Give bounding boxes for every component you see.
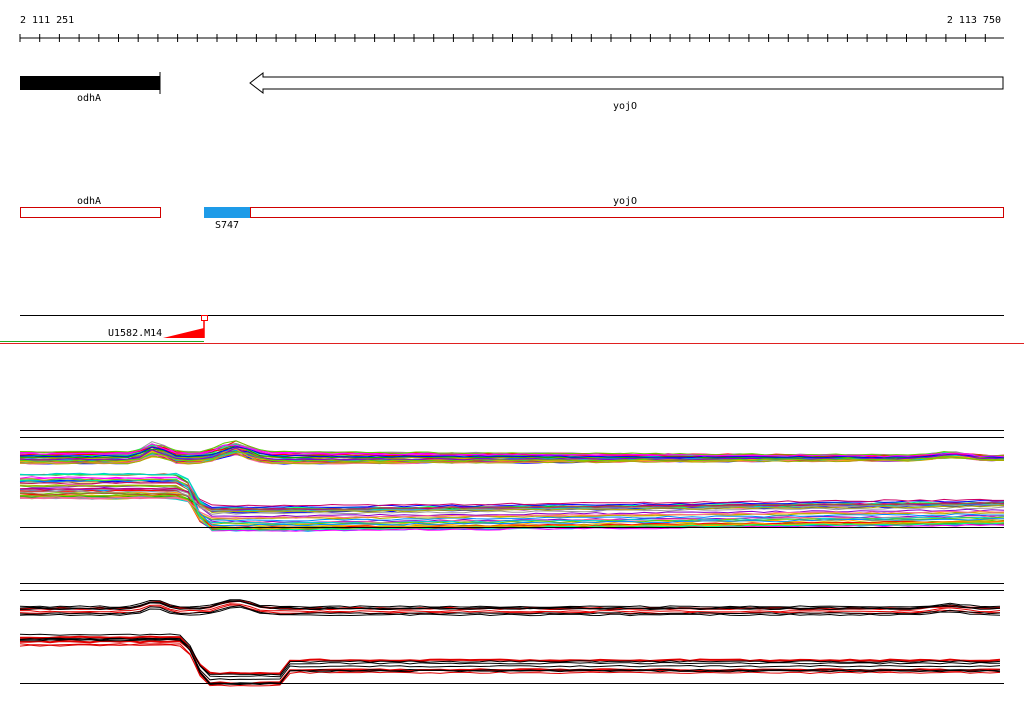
- annotation-odhA-label: odhA: [77, 196, 101, 207]
- gene-odhA[interactable]: odhA: [20, 72, 161, 104]
- annotation-odhA-box[interactable]: [20, 207, 161, 218]
- gene-odhA-label: odhA: [77, 93, 101, 104]
- marker-track: U1582.M14: [0, 315, 1024, 344]
- trace-panel2-strandB: [19, 639, 1001, 675]
- trace-panel2-strandB: [19, 644, 1001, 686]
- gene-yojO-label: yojO: [613, 101, 637, 112]
- ruler-start-label: 2 111 251: [20, 15, 74, 26]
- ruler-end-label: 2 113 750: [947, 15, 1001, 26]
- gene-yojO[interactable]: yojO: [249, 71, 1004, 112]
- marker-wedge[interactable]: [163, 328, 204, 338]
- expression-traces: [19, 430, 1005, 687]
- genome-browser-view: 2 111 251 2 113 750 odhA yojO odhA yojO …: [0, 15, 1024, 687]
- gene-yojO-arrow: [249, 71, 1004, 95]
- annotation-track: odhA yojO S747: [20, 196, 1004, 231]
- annotation-yojO-label: yojO: [613, 196, 637, 207]
- feature-S747-box[interactable]: [204, 207, 250, 218]
- feature-S747-label: S747: [215, 220, 239, 231]
- annotation-yojO-box[interactable]: [250, 207, 1004, 218]
- marker-label: U1582.M14: [108, 328, 162, 339]
- marker-flag: [201, 315, 208, 321]
- trace-panel2-strandB: [19, 643, 1001, 687]
- gene-odhA-body: [20, 76, 160, 90]
- coordinate-ruler: 2 111 251 2 113 750: [19, 15, 1004, 42]
- gene-track: odhA yojO: [20, 71, 1004, 112]
